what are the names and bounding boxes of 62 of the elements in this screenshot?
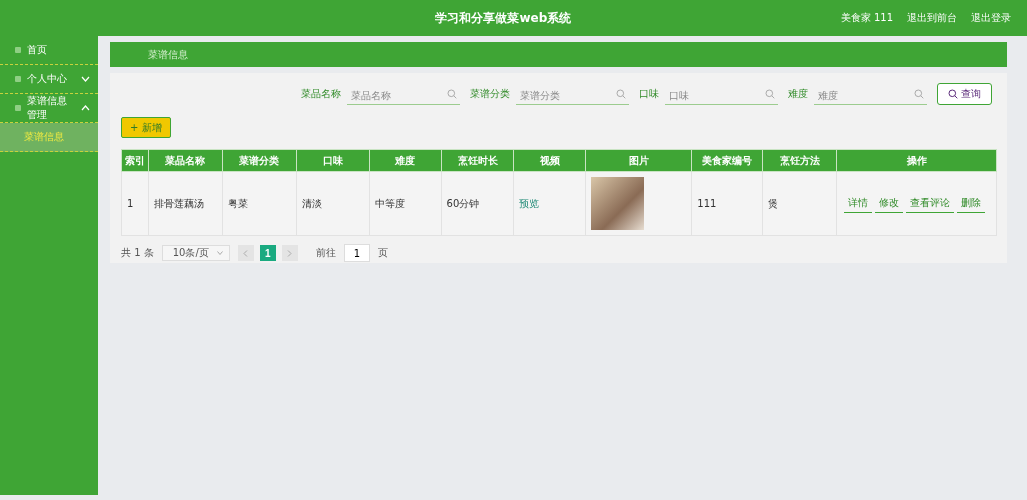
- table-cell: 粤菜: [222, 171, 297, 236]
- goto-label: 前往: [315, 246, 336, 260]
- table-cell: 60分钟: [441, 171, 514, 236]
- submenu-item[interactable]: 菜谱信息: [0, 123, 98, 152]
- action-button[interactable]: 详情: [844, 194, 873, 213]
- caret-icon: [216, 251, 223, 255]
- column-header: 菜谱分类: [222, 149, 297, 172]
- filter-field[interactable]: 菜品名称: [347, 86, 460, 105]
- column-header: 美食家编号: [691, 149, 763, 172]
- header-link[interactable]: 退出到前台: [907, 11, 957, 25]
- column-header: 烹饪方法: [762, 149, 837, 172]
- column-header: 口味: [296, 149, 370, 172]
- header-link[interactable]: 退出登录: [971, 11, 1011, 25]
- preview-link[interactable]: 预览: [519, 197, 540, 209]
- filter-label: 难度: [788, 87, 808, 101]
- column-header: 图片: [585, 149, 692, 172]
- search-icon: [765, 88, 775, 99]
- add-button[interactable]: + 新增: [121, 117, 171, 138]
- column-header: 烹饪时长: [441, 149, 514, 172]
- table-cell: 清淡: [296, 171, 370, 236]
- table-cell: 1: [121, 171, 149, 236]
- menu-item[interactable]: 个人中心: [0, 65, 98, 94]
- column-header: 难度: [369, 149, 442, 172]
- page-input[interactable]: 1: [343, 244, 370, 262]
- action-button[interactable]: 删除: [957, 194, 986, 213]
- search-icon: [948, 89, 958, 99]
- column-header: 视频: [513, 149, 586, 172]
- page-button[interactable]: 1: [259, 245, 276, 261]
- table-cell: 排骨莲藕汤: [148, 171, 223, 236]
- search-icon: [616, 88, 626, 99]
- filter-field[interactable]: 难度: [814, 86, 927, 105]
- chevron-left-icon: [243, 249, 249, 257]
- app-title: 学习和分享做菜web系统: [434, 9, 573, 27]
- action-button[interactable]: 修改: [875, 194, 904, 213]
- column-header: 操作: [836, 149, 997, 172]
- column-header: 菜品名称: [148, 149, 223, 172]
- filter-label: 口味: [639, 87, 659, 101]
- breadcrumb[interactable]: 菜谱信息: [148, 47, 188, 62]
- total-count: 共 1 条: [121, 246, 154, 260]
- page-size-select[interactable]: 10条/页: [161, 245, 230, 261]
- menu-icon: [14, 75, 22, 83]
- table-cell: 中等度: [369, 171, 442, 236]
- filter-field[interactable]: 菜谱分类: [516, 86, 629, 105]
- page-unit: 页: [377, 246, 388, 260]
- search-icon: [914, 88, 924, 99]
- next-page-button[interactable]: [281, 245, 298, 261]
- column-header: 索引: [121, 149, 149, 172]
- menu-icon: [14, 46, 22, 54]
- table-cell: 111: [691, 171, 763, 236]
- filter-label: 菜品名称: [301, 87, 341, 101]
- search-icon: [447, 88, 457, 99]
- photo-placeholder: [591, 177, 645, 230]
- action-button[interactable]: 查看评论: [906, 194, 955, 213]
- menu-icon: [14, 104, 22, 112]
- menu-item[interactable]: 首页: [0, 36, 98, 65]
- filter-label: 菜谱分类: [470, 87, 510, 101]
- chevron-right-icon: [287, 249, 293, 257]
- user-label: 美食家 111: [840, 11, 893, 25]
- search-button[interactable]: 查询: [937, 83, 992, 105]
- filter-field[interactable]: 口味: [665, 86, 778, 105]
- table-cell: 煲: [762, 171, 837, 236]
- prev-page-button[interactable]: [237, 245, 254, 261]
